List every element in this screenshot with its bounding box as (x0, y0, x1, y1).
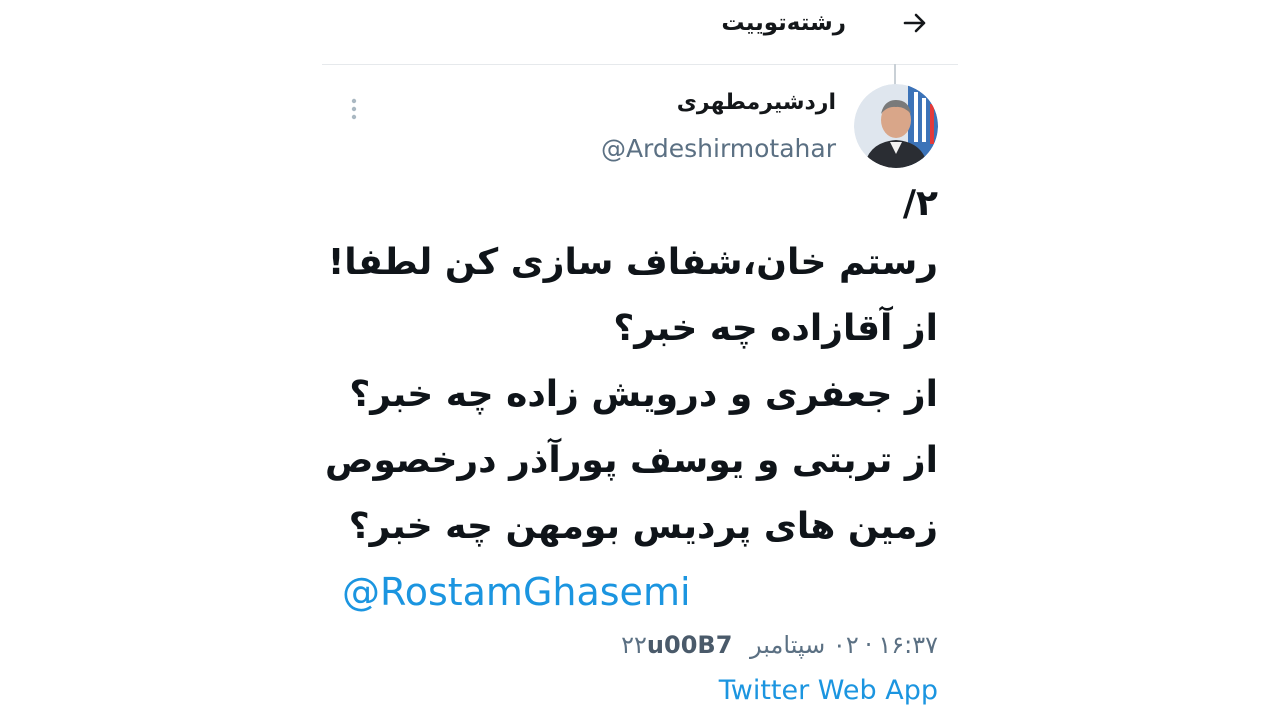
thread-connector-line (894, 64, 896, 86)
page-title: رشته‌توییت (721, 10, 846, 36)
tweet-thread-column: رشته‌توییت اردشیرمطهری @Arde (322, 0, 958, 720)
tweet-line: از تربتی و یوسف پورآذر درخصوص (325, 440, 938, 481)
tweet-line: زمین های پردیس بومهن چه خبر؟ (348, 506, 938, 547)
more-vertical-icon[interactable] (350, 98, 358, 120)
mention-link[interactable]: @RostamGhasemi (342, 568, 691, 616)
tweet-line: رستم خان،شفاف سازی کن لطفا! (327, 242, 938, 283)
source-link[interactable]: Twitter Web App (719, 674, 938, 708)
tweet-line: ۲/ (902, 183, 938, 224)
tweet-timestamp[interactable]: ۱۶:۳۷·۰۲ سپتامبر ۲۲u00B7 (621, 628, 938, 662)
page: رشته‌توییت اردشیرمطهری @Arde (0, 0, 1280, 720)
tweet-time: ۱۶:۳۷ (878, 631, 938, 659)
avatar[interactable] (854, 84, 938, 168)
tweet-body: ۲/ رستم خان،شفاف سازی کن لطفا! از آقازاد… (325, 178, 938, 560)
tweet-line: از جعفری و درویش زاده چه خبر؟ (349, 374, 938, 415)
author-handle[interactable]: @Ardeshirmotahar (601, 134, 836, 164)
meta-code: u00B7 (646, 631, 733, 659)
tweet-line: از آقازاده چه خبر؟ (613, 308, 938, 349)
thread-header: رشته‌توییت (322, 0, 958, 65)
meta-separator: · (864, 631, 873, 659)
author-name[interactable]: اردشیرمطهری (677, 88, 836, 118)
arrow-right-icon[interactable] (900, 8, 930, 38)
